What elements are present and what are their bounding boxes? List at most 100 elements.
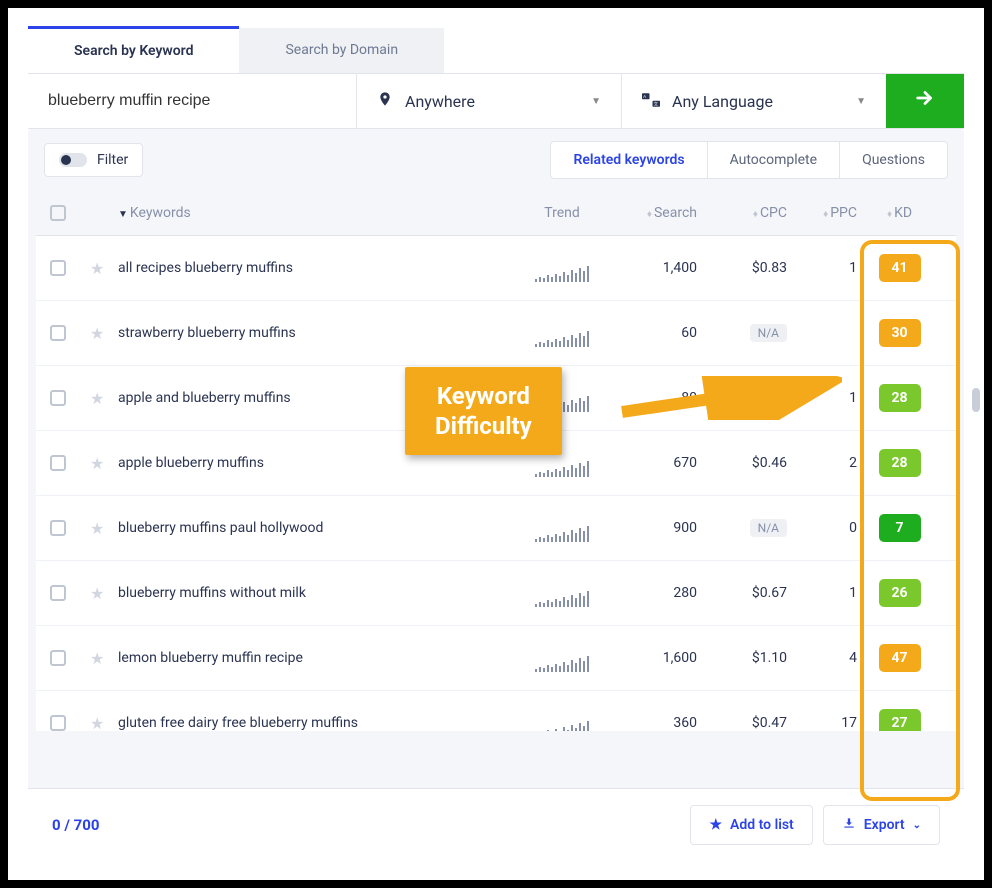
export-button[interactable]: Export ⌄ xyxy=(823,805,940,845)
keyword-cell[interactable]: apple blueberry muffins xyxy=(118,455,517,471)
search-volume-cell: 360 xyxy=(607,715,697,731)
sparkline-icon xyxy=(517,522,607,542)
kd-cell: 7 xyxy=(857,514,942,542)
chevron-down-icon: ▼ xyxy=(591,96,601,107)
search-submit-button[interactable] xyxy=(886,74,964,128)
kd-badge: 28 xyxy=(879,384,921,412)
row-checkbox[interactable] xyxy=(50,715,66,731)
kd-badge: 47 xyxy=(879,644,921,672)
col-header-cpc[interactable]: ♦CPC xyxy=(697,205,787,221)
mode-related-keywords[interactable]: Related keywords xyxy=(551,142,706,178)
keyword-cell[interactable]: gluten free dairy free blueberry muffins xyxy=(118,715,517,731)
col-header-trend[interactable]: Trend xyxy=(517,205,607,221)
sort-desc-icon: ▼ xyxy=(118,209,128,220)
ppc-cell: 1 xyxy=(787,585,857,601)
arrow-right-icon xyxy=(914,87,936,115)
keyword-cell[interactable]: all recipes blueberry muffins xyxy=(118,260,517,276)
col-header-kd[interactable]: ♦KD xyxy=(857,205,942,221)
kd-cell: 28 xyxy=(857,449,942,477)
trend-cell xyxy=(517,254,607,282)
favorite-star-icon[interactable]: ★ xyxy=(90,259,104,278)
sort-icon: ♦ xyxy=(753,209,758,220)
results-table: ▼Keywords Trend ♦Search ♦CPC ♦PPC ♦KD xyxy=(28,191,964,731)
language-label: Any Language xyxy=(672,92,773,111)
svg-text:文: 文 xyxy=(654,100,659,106)
select-all-checkbox[interactable] xyxy=(50,205,66,221)
na-badge: N/A xyxy=(750,519,787,537)
row-checkbox[interactable] xyxy=(50,520,66,536)
row-checkbox[interactable] xyxy=(50,260,66,276)
ppc-cell: 4 xyxy=(787,650,857,666)
cpc-cell: $1.10 xyxy=(697,650,787,666)
cpc-cell: N/A xyxy=(697,519,787,537)
tab-search-by-keyword[interactable]: Search by Keyword xyxy=(28,26,239,73)
row-checkbox[interactable] xyxy=(50,455,66,471)
sparkline-icon xyxy=(517,457,607,477)
search-mode-tabs: Search by Keyword Search by Domain xyxy=(28,28,964,74)
search-volume-cell: 670 xyxy=(607,455,697,471)
cpc-cell: $0.67 xyxy=(697,585,787,601)
favorite-star-icon[interactable]: ★ xyxy=(90,714,104,732)
language-dropdown[interactable]: A文 Any Language ▼ xyxy=(621,74,886,128)
search-volume-cell: 60 xyxy=(607,325,697,341)
keyword-cell[interactable]: lemon blueberry muffin recipe xyxy=(118,650,517,666)
add-to-list-button[interactable]: ★ Add to list xyxy=(690,805,812,845)
trend-cell xyxy=(517,319,607,347)
row-checkbox[interactable] xyxy=(50,650,66,666)
keyword-cell[interactable]: strawberry blueberry muffins xyxy=(118,325,517,341)
trend-cell xyxy=(517,709,607,731)
ppc-cell: 1 xyxy=(787,390,857,406)
svg-text:A: A xyxy=(643,94,646,99)
col-header-keywords[interactable]: ▼Keywords xyxy=(118,205,517,221)
sort-icon: ♦ xyxy=(823,209,828,220)
kd-cell: 47 xyxy=(857,644,942,672)
tab-search-by-domain[interactable]: Search by Domain xyxy=(239,28,444,73)
table-row: ★ strawberry blueberry muffins 60 N/A 30 xyxy=(36,301,956,366)
sparkline-icon xyxy=(517,587,607,607)
kd-cell: 41 xyxy=(857,254,942,282)
download-icon xyxy=(842,816,856,834)
cpc-cell: $0.83 xyxy=(697,260,787,276)
search-bar: Anywhere ▼ A 文 Any Language ▼ xyxy=(28,74,964,129)
ppc-cell: 2 xyxy=(787,455,857,471)
kd-badge: 27 xyxy=(879,709,921,731)
keyword-cell[interactable]: blueberry muffins paul hollywood xyxy=(118,520,517,536)
search-volume-cell: 80 xyxy=(607,390,697,406)
ppc-cell: 17 xyxy=(787,715,857,731)
search-volume-cell: 900 xyxy=(607,520,697,536)
sort-icon: ♦ xyxy=(647,209,652,220)
mode-autocomplete[interactable]: Autocomplete xyxy=(707,142,840,178)
favorite-star-icon[interactable]: ★ xyxy=(90,324,104,343)
ppc-cell: 0 xyxy=(787,520,857,536)
sparkline-icon xyxy=(517,327,607,347)
favorite-star-icon[interactable]: ★ xyxy=(90,584,104,603)
col-header-search[interactable]: ♦Search xyxy=(607,205,697,221)
selection-count: 0 / 700 xyxy=(52,816,99,834)
favorite-star-icon[interactable]: ★ xyxy=(90,519,104,538)
trend-cell xyxy=(517,579,607,607)
keyword-cell[interactable]: blueberry muffins without milk xyxy=(118,585,517,601)
filter-button[interactable]: Filter xyxy=(44,143,143,177)
cpc-cell: $0.13 xyxy=(697,390,787,406)
location-dropdown[interactable]: Anywhere ▼ xyxy=(356,74,621,128)
chevron-down-icon: ⌄ xyxy=(913,820,921,831)
ppc-cell: 1 xyxy=(787,260,857,276)
row-checkbox[interactable] xyxy=(50,325,66,341)
cpc-cell: N/A xyxy=(697,324,787,342)
table-row: ★ all recipes blueberry muffins 1,400 $0… xyxy=(36,236,956,301)
row-checkbox[interactable] xyxy=(50,585,66,601)
row-checkbox[interactable] xyxy=(50,390,66,406)
favorite-star-icon[interactable]: ★ xyxy=(90,649,104,668)
kd-badge: 30 xyxy=(879,319,921,347)
col-header-ppc[interactable]: ♦PPC xyxy=(787,205,857,221)
favorite-star-icon[interactable]: ★ xyxy=(90,454,104,473)
toggle-icon xyxy=(59,153,87,167)
kd-cell: 28 xyxy=(857,384,942,412)
keyword-input[interactable] xyxy=(28,74,356,128)
table-row: ★ lemon blueberry muffin recipe 1,600 $1… xyxy=(36,626,956,691)
mode-questions[interactable]: Questions xyxy=(839,142,947,178)
favorite-star-icon[interactable]: ★ xyxy=(90,389,104,408)
kd-badge: 7 xyxy=(879,514,921,542)
scrollbar-thumb[interactable] xyxy=(972,388,980,412)
sparkline-icon xyxy=(517,262,607,282)
